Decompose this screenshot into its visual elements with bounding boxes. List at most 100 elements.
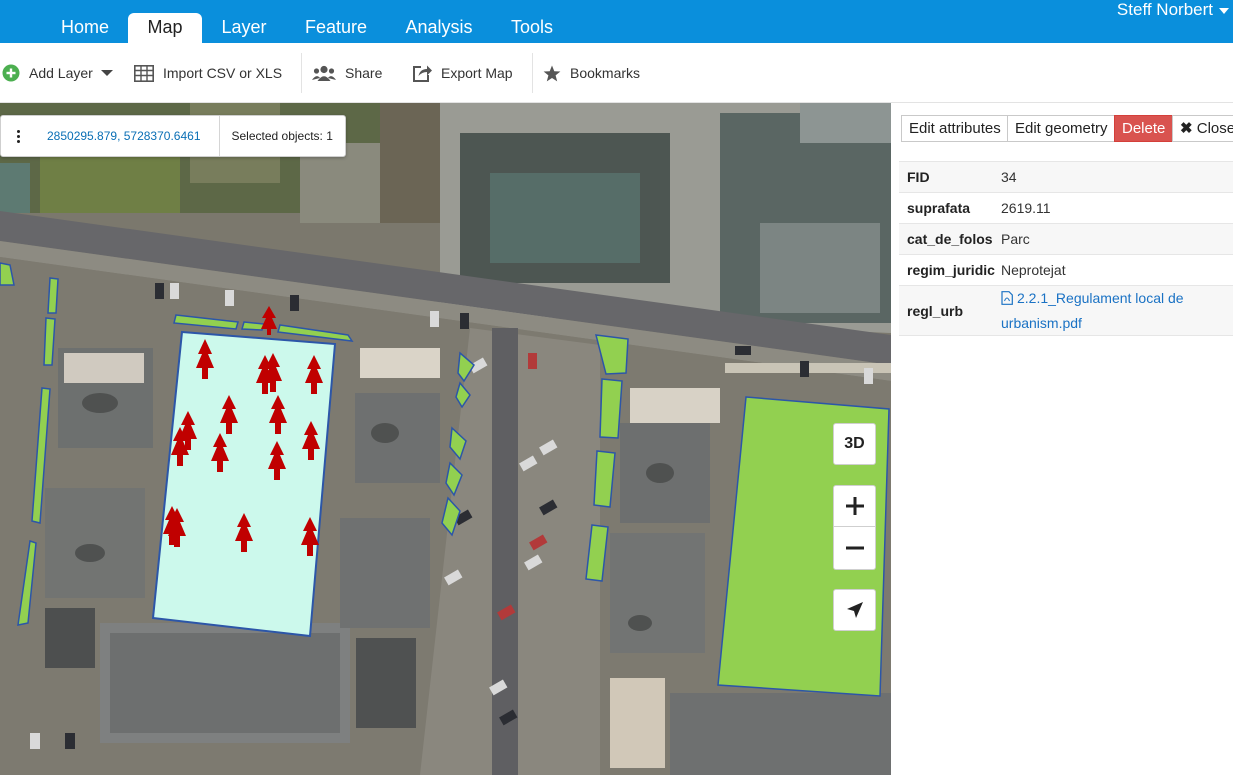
car <box>864 368 873 384</box>
tab-tools[interactable]: Tools <box>499 13 565 43</box>
attribute-row-regim-juridic: regim_juridic Neprotejat <box>899 254 1233 285</box>
top-nav-bar: Home Map Layer Feature Analysis Tools St… <box>0 0 1233 43</box>
building <box>340 518 430 628</box>
attribute-value: Neprotejat <box>1001 262 1066 278</box>
roof-shadow <box>628 615 652 631</box>
pdf-link[interactable]: 2.2.1_Regulament local de urbanism.pdf <box>1001 286 1201 336</box>
tab-analysis[interactable]: Analysis <box>393 13 485 43</box>
roof-shadow <box>371 423 399 443</box>
ne-building-roof <box>800 103 891 143</box>
car <box>30 733 40 749</box>
rooftop-terrace <box>360 348 440 378</box>
tab-layer[interactable]: Layer <box>208 13 280 43</box>
zoom-in-button[interactable] <box>833 485 876 527</box>
toggle-3d-button[interactable]: 3D <box>833 423 876 465</box>
zoom-out-button[interactable] <box>833 527 876 570</box>
export-icon <box>413 65 432 82</box>
building-roof <box>110 633 340 733</box>
delete-button[interactable]: Delete <box>1114 115 1174 142</box>
attribute-key: FID <box>907 169 930 185</box>
attribute-value: Parc <box>1001 231 1030 247</box>
attribute-key: regl_urb <box>907 302 964 319</box>
roof-shadow <box>75 544 105 562</box>
coordinate-display: 2850295.879, 5728370.6461 Selected objec… <box>0 115 346 157</box>
caret-down-icon <box>100 70 113 76</box>
satellite-basemap <box>0 103 891 775</box>
plus-icon <box>845 497 864 515</box>
pdf-file-icon <box>1001 290 1013 305</box>
selected-objects-count: Selected objects: 1 <box>231 129 333 143</box>
toolbar-divider <box>301 53 302 93</box>
users-icon <box>312 65 336 81</box>
car <box>800 361 809 377</box>
car <box>735 346 751 355</box>
pool-patch <box>0 163 30 213</box>
building <box>355 393 440 483</box>
edit-geometry-button[interactable]: Edit geometry <box>1007 115 1116 142</box>
chevron-down-icon <box>1219 7 1229 14</box>
tab-feature[interactable]: Feature <box>292 13 380 43</box>
locate-button[interactable] <box>833 589 876 631</box>
parking-aisle <box>492 328 518 775</box>
rooftop-terrace <box>630 388 720 423</box>
user-menu[interactable]: Steff Norbert <box>1117 0 1229 22</box>
add-layer-button[interactable]: Add Layer <box>2 43 113 103</box>
building <box>45 488 145 598</box>
coordinate-readout: 2850295.879, 5728370.6461 <box>25 116 220 156</box>
attribute-key: suprafata <box>907 200 971 216</box>
bookmarks-label: Bookmarks <box>570 65 641 81</box>
user-name: Steff Norbert <box>1116 0 1213 19</box>
green-area <box>241 321 266 331</box>
bookmarks-button[interactable]: Bookmarks <box>543 43 640 103</box>
tab-map[interactable]: Map <box>128 13 202 43</box>
building <box>356 638 416 728</box>
ne-building-roof <box>490 173 640 263</box>
close-label: Close <box>1196 120 1233 137</box>
export-map-button[interactable]: Export Map <box>412 43 513 103</box>
car <box>290 295 299 311</box>
toolbar: Add Layer Import CSV or XLS Share Export… <box>0 43 1233 103</box>
map-view[interactable]: 2850295.879, 5728370.6461 Selected objec… <box>0 103 891 775</box>
minus-icon <box>845 546 864 550</box>
attribute-row-cat-de-folos: cat_de_folos Parc <box>899 223 1233 254</box>
roof-shadow <box>646 463 674 483</box>
toolbar-divider <box>532 53 533 93</box>
attribute-row-regl-urb: regl_urb 2.2.1_Regulament local de urban… <box>899 285 1233 336</box>
roof-shadow <box>82 393 118 413</box>
shadow-patch <box>380 103 440 223</box>
attribute-value: 34 <box>1001 169 1017 185</box>
attribute-key: cat_de_folos <box>907 231 993 247</box>
car <box>528 353 537 369</box>
green-area <box>599 378 623 439</box>
building <box>45 608 95 668</box>
location-arrow-icon <box>846 602 863 618</box>
import-csv-label: Import CSV or XLS <box>163 65 283 81</box>
star-icon <box>543 65 561 81</box>
rooftop-terrace <box>64 353 144 383</box>
import-csv-button[interactable]: Import CSV or XLS <box>134 43 282 103</box>
attribute-key: regim_juridic <box>907 262 995 278</box>
car <box>430 311 439 327</box>
plus-circle-icon <box>2 64 20 82</box>
close-button[interactable]: ✖ Close <box>1172 115 1233 142</box>
car <box>460 313 469 329</box>
pdf-link-label: 2.2.1_Regulament local de urbanism.pdf <box>1001 289 1184 331</box>
attribute-value: 2619.11 <box>1001 200 1051 216</box>
share-button[interactable]: Share <box>312 43 382 103</box>
export-map-label: Export Map <box>441 65 513 81</box>
attribute-row-suprafata: suprafata 2619.11 <box>899 192 1233 223</box>
more-options-icon[interactable] <box>1 129 25 144</box>
car <box>155 283 164 299</box>
car <box>65 733 75 749</box>
car <box>170 283 179 299</box>
share-label: Share <box>345 65 383 81</box>
table-icon <box>134 64 154 82</box>
green-area <box>47 277 59 314</box>
edit-attributes-button[interactable]: Edit attributes <box>901 115 1009 142</box>
tab-home[interactable]: Home <box>47 13 123 43</box>
toggle-3d-label: 3D <box>844 435 865 452</box>
attribute-row-fid: FID 34 <box>899 161 1233 192</box>
add-layer-label: Add Layer <box>29 65 93 81</box>
building <box>610 533 705 653</box>
ne-building-roof <box>760 223 880 313</box>
